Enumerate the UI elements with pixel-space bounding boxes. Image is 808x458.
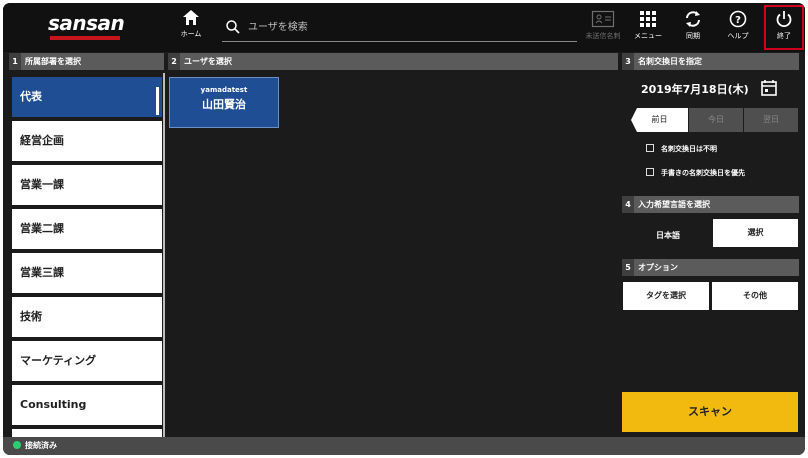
unknown-date-checkbox[interactable]: 名刺交換日は不明: [646, 144, 717, 154]
grid-icon: [640, 11, 656, 27]
department-label: 営業三課: [20, 266, 64, 279]
department-scroll-indicator[interactable]: [156, 87, 159, 115]
exit-highlight: [764, 5, 804, 50]
department-item[interactable]: 技術: [12, 297, 162, 337]
department-item[interactable]: マーケティング: [12, 341, 162, 381]
sync-button[interactable]: 同期: [673, 10, 713, 41]
help-icon: ?: [729, 10, 747, 28]
connection-status-text: 接続済み: [25, 441, 57, 450]
user-search[interactable]: [222, 16, 577, 42]
handwritten-date-checkbox[interactable]: 手書きの名刺交換日を優先: [646, 168, 745, 178]
sansan-logo: sansan: [48, 11, 125, 35]
language-panel-title: 入力希望言語を選択: [638, 200, 710, 209]
unreceived-label: 未送信名刺: [585, 32, 621, 40]
menu-label: メニュー: [634, 32, 662, 40]
department-panel-header: 1 所属部署を選択: [9, 53, 164, 70]
department-item[interactable]: 営業二課: [12, 209, 162, 249]
current-language: 日本語: [656, 231, 680, 240]
department-label: 営業二課: [20, 222, 64, 235]
home-button[interactable]: ホーム: [177, 9, 205, 39]
other-options-button[interactable]: その他: [712, 282, 798, 310]
user-name: 山田賢治: [202, 98, 246, 111]
user-card[interactable]: yamadatest 山田賢治: [169, 77, 279, 128]
unreceived-cards-button[interactable]: 未送信名刺: [583, 10, 623, 41]
department-item-partial[interactable]: [12, 429, 162, 437]
user-panel-header: 2 ユーザを選択: [168, 53, 618, 70]
panel-number: 3: [622, 53, 634, 70]
logo-underline: [50, 36, 120, 40]
department-label: マーケティング: [20, 354, 97, 367]
exchange-date: 2019年7月18日(木): [641, 83, 749, 96]
previous-day-button[interactable]: 前日: [631, 108, 688, 132]
department-item[interactable]: 営業三課: [12, 253, 162, 293]
department-item[interactable]: Consulting: [12, 385, 162, 425]
date-panel-title: 名刺交換日を指定: [638, 57, 702, 66]
panel-number: 1: [9, 53, 21, 70]
today-button[interactable]: 今日: [689, 108, 743, 132]
help-button[interactable]: ? ヘルプ: [718, 10, 758, 41]
language-panel-header: 4 入力希望言語を選択: [622, 196, 799, 213]
department-list-divider: [163, 73, 165, 437]
svg-text:?: ?: [735, 15, 741, 26]
calendar-icon: [761, 80, 777, 96]
option-panel-title: オプション: [638, 263, 678, 272]
connection-status-dot: [13, 441, 21, 449]
department-item[interactable]: 営業一課: [12, 165, 162, 205]
app-window: sansan ホーム 未送信名刺 メニュー 同期 ?: [3, 3, 805, 455]
panel-number: 2: [168, 53, 180, 70]
help-label: ヘルプ: [727, 32, 749, 40]
panel-number: 4: [622, 196, 634, 213]
calendar-button[interactable]: [760, 79, 778, 101]
checkbox-label: 手書きの名刺交換日を優先: [661, 169, 745, 177]
department-label: Consulting: [20, 398, 87, 411]
sync-icon: [686, 11, 700, 27]
option-panel-header: 5 オプション: [622, 259, 799, 276]
home-icon: [183, 10, 199, 25]
business-card-icon: [591, 10, 615, 28]
department-panel-title: 所属部署を選択: [25, 57, 81, 66]
user-id: yamadatest: [200, 86, 248, 94]
department-label: 代表: [20, 90, 42, 103]
menu-button[interactable]: メニュー: [628, 10, 668, 41]
search-icon: [226, 20, 240, 34]
home-label: ホーム: [180, 30, 202, 38]
search-input[interactable]: [248, 17, 568, 37]
status-bar: 接続済み: [3, 437, 805, 455]
department-item[interactable]: 代表: [12, 77, 162, 117]
checkbox-box[interactable]: [646, 144, 654, 152]
user-panel-title: ユーザを選択: [184, 57, 232, 66]
scan-button[interactable]: スキャン: [622, 392, 798, 432]
department-label: 営業一課: [20, 178, 64, 191]
header-bar: sansan ホーム 未送信名刺 メニュー 同期 ?: [3, 3, 805, 52]
checkbox-box[interactable]: [646, 168, 654, 176]
select-tag-button[interactable]: タグを選択: [623, 282, 709, 310]
select-language-button[interactable]: 選択: [713, 219, 798, 247]
department-label: 経営企画: [20, 134, 64, 147]
department-item[interactable]: 経営企画: [12, 121, 162, 161]
next-day-button[interactable]: 翌日: [744, 108, 798, 132]
sync-label: 同期: [686, 32, 700, 40]
checkbox-label: 名刺交換日は不明: [661, 145, 717, 153]
panel-number: 5: [622, 259, 634, 276]
department-label: 技術: [20, 310, 42, 323]
date-panel-header: 3 名刺交換日を指定: [622, 53, 799, 70]
